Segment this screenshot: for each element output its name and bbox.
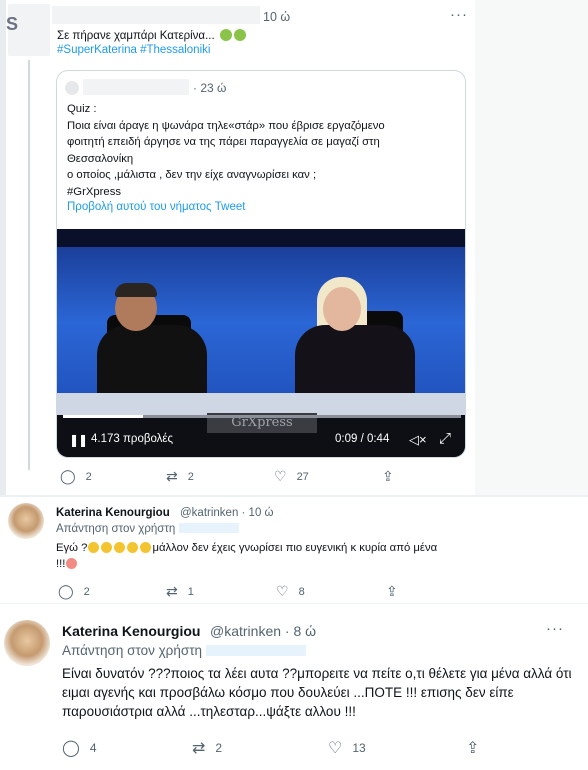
reply-text-part: Εγώ ? bbox=[56, 542, 88, 554]
quoted-text: Quiz : Ποια είναι άραγε η ψωνάρα τηλε«στ… bbox=[67, 103, 385, 198]
retweet-button[interactable]: ⇄ 1 bbox=[166, 583, 194, 600]
share-button[interactable]: ⇪ bbox=[466, 738, 489, 758]
fullscreen-icon[interactable]: ⤢ bbox=[439, 430, 451, 447]
reply-icon: ◯ bbox=[62, 740, 80, 757]
emoji-icon bbox=[140, 542, 152, 553]
quoted-avatar bbox=[65, 81, 79, 95]
retweet-icon: ⇄ bbox=[166, 468, 178, 484]
reply-actions: ◯ 4 ⇄ 2 ♡ 13 ⇪ bbox=[62, 738, 582, 758]
avatar[interactable] bbox=[4, 620, 50, 666]
reply-button[interactable]: ◯ 2 bbox=[60, 468, 92, 485]
retweet-count: 1 bbox=[187, 585, 194, 598]
divider bbox=[0, 495, 588, 497]
video-player[interactable]: GrXpress ❚❚ 4.173 προβολές 0:09 / 0:44 ◁… bbox=[57, 229, 465, 457]
pause-icon[interactable]: ❚❚ bbox=[69, 433, 88, 447]
video-top-band bbox=[57, 229, 465, 247]
like-icon: ♡ bbox=[276, 583, 289, 599]
retweet-button[interactable]: ⇄ 2 bbox=[166, 468, 194, 485]
tweet-card: S 10 ώ ··· Σε πήρανε χαμπάρι Κατερίνα...… bbox=[0, 0, 475, 495]
reply-actions: ◯ 2 ⇄ 1 ♡ 8 ⇪ bbox=[58, 583, 478, 601]
reply-icon: ◯ bbox=[58, 583, 74, 599]
redacted-quoted-username bbox=[83, 79, 189, 95]
share-button[interactable]: ⇪ bbox=[386, 583, 408, 600]
share-icon: ⇪ bbox=[382, 468, 394, 484]
emoji-icon bbox=[66, 558, 78, 569]
share-icon: ⇪ bbox=[466, 740, 480, 757]
retweet-icon: ⇄ bbox=[192, 740, 206, 757]
video-person-hair bbox=[115, 283, 157, 297]
replying-to-label: Απάντηση στον χρήστη bbox=[56, 523, 176, 535]
video-controls: ❚❚ 4.173 προβολές 0:09 / 0:44 ◁× ⤢ bbox=[57, 425, 465, 455]
reply-count: 4 bbox=[89, 741, 97, 755]
more-icon[interactable]: ··· bbox=[450, 6, 468, 23]
video-person bbox=[295, 325, 415, 397]
like-count: 27 bbox=[296, 470, 309, 483]
reply-text: Εγώ ? μάλλον δεν έχεις γνωρίσει πιο ευγεν… bbox=[56, 540, 476, 572]
like-icon: ♡ bbox=[328, 740, 343, 757]
thread-line bbox=[28, 60, 30, 470]
like-button[interactable]: ♡ 13 bbox=[328, 738, 366, 758]
share-icon: ⇪ bbox=[386, 583, 398, 599]
like-count: 8 bbox=[298, 585, 305, 598]
video-time: 0:09 / 0:44 bbox=[335, 433, 390, 445]
quoted-time[interactable]: · 23 ώ bbox=[193, 81, 226, 95]
reply-author-name[interactable]: Katerina Kenourgiou bbox=[62, 623, 200, 639]
tweet-text: Σε πήρανε χαμπάρι Κατερίνα... bbox=[57, 28, 246, 44]
quoted-tweet[interactable]: · 23 ώ Quiz : Ποια είναι άραγε η ψωνάρα … bbox=[56, 70, 466, 458]
reply-button[interactable]: ◯ 4 bbox=[62, 738, 97, 758]
emoji-icon bbox=[114, 542, 126, 553]
video-progress-bar[interactable] bbox=[63, 415, 461, 418]
retweet-icon: ⇄ bbox=[166, 583, 178, 599]
show-thread-link[interactable]: Προβολή αυτού του νήματος Tweet bbox=[67, 201, 245, 213]
redacted-mention bbox=[178, 523, 239, 533]
video-desk bbox=[57, 393, 465, 415]
mute-icon[interactable]: ◁× bbox=[409, 432, 427, 448]
reply-text-part: !!! bbox=[56, 558, 66, 570]
divider bbox=[0, 603, 588, 604]
emoji-icon bbox=[219, 29, 232, 41]
replying-to: Απάντηση στον χρήστη bbox=[62, 643, 306, 658]
emoji-icon bbox=[88, 542, 100, 553]
left-edge-strip bbox=[0, 0, 6, 495]
avatar[interactable] bbox=[8, 503, 44, 539]
like-icon: ♡ bbox=[274, 468, 287, 484]
avatar-letter: S bbox=[6, 14, 19, 34]
reply-author-handle[interactable]: @katrinken · 8 ώ bbox=[210, 623, 316, 639]
emoji-icon bbox=[233, 29, 246, 41]
video-person bbox=[97, 325, 207, 397]
tweet-text-body: Σε πήρανε χαμπάρι Κατερίνα... bbox=[57, 30, 215, 42]
retweet-count: 2 bbox=[187, 470, 194, 483]
retweet-button[interactable]: ⇄ 2 bbox=[192, 738, 222, 758]
reply-count: 2 bbox=[85, 470, 92, 483]
redacted-mention bbox=[205, 645, 306, 656]
retweet-count: 2 bbox=[215, 741, 223, 755]
emoji-icon bbox=[127, 542, 139, 553]
emoji-icon bbox=[101, 542, 113, 553]
reply-text-part: μάλλον δεν έχεις γνωρίσει πιο ευγενική κ… bbox=[152, 542, 438, 554]
replying-to: Απάντηση στον χρήστη bbox=[56, 523, 239, 535]
video-views: 4.173 προβολές bbox=[91, 433, 174, 445]
like-button[interactable]: ♡ 27 bbox=[274, 468, 309, 485]
reply-author-name[interactable]: Katerina Kenourgiou bbox=[56, 507, 170, 519]
tweet-time[interactable]: 10 ώ bbox=[263, 10, 290, 24]
right-background-panel bbox=[475, 0, 588, 495]
redacted-username bbox=[52, 6, 260, 24]
reply-author-handle[interactable]: @katrinken · 10 ώ bbox=[180, 507, 274, 519]
reply-icon: ◯ bbox=[60, 468, 76, 484]
video-person-head bbox=[323, 287, 361, 331]
share-button[interactable]: ⇪ bbox=[382, 468, 404, 485]
like-button[interactable]: ♡ 8 bbox=[276, 583, 305, 600]
reply-count: 2 bbox=[83, 585, 90, 598]
like-count: 13 bbox=[352, 741, 366, 755]
replying-to-label: Απάντηση στον χρήστη bbox=[62, 643, 203, 658]
more-icon[interactable]: ··· bbox=[546, 620, 564, 637]
video-progress-fill bbox=[63, 415, 143, 418]
hashtags[interactable]: #SuperKaterina #Thessaloniki bbox=[57, 44, 210, 56]
tweet-actions: ◯ 2 ⇄ 2 ♡ 27 ⇪ bbox=[60, 468, 460, 486]
reply-button[interactable]: ◯ 2 bbox=[58, 583, 90, 600]
reply-text: Είναι δυνατόν ???ποιος τα λέει αυτα ??μπ… bbox=[62, 666, 572, 719]
